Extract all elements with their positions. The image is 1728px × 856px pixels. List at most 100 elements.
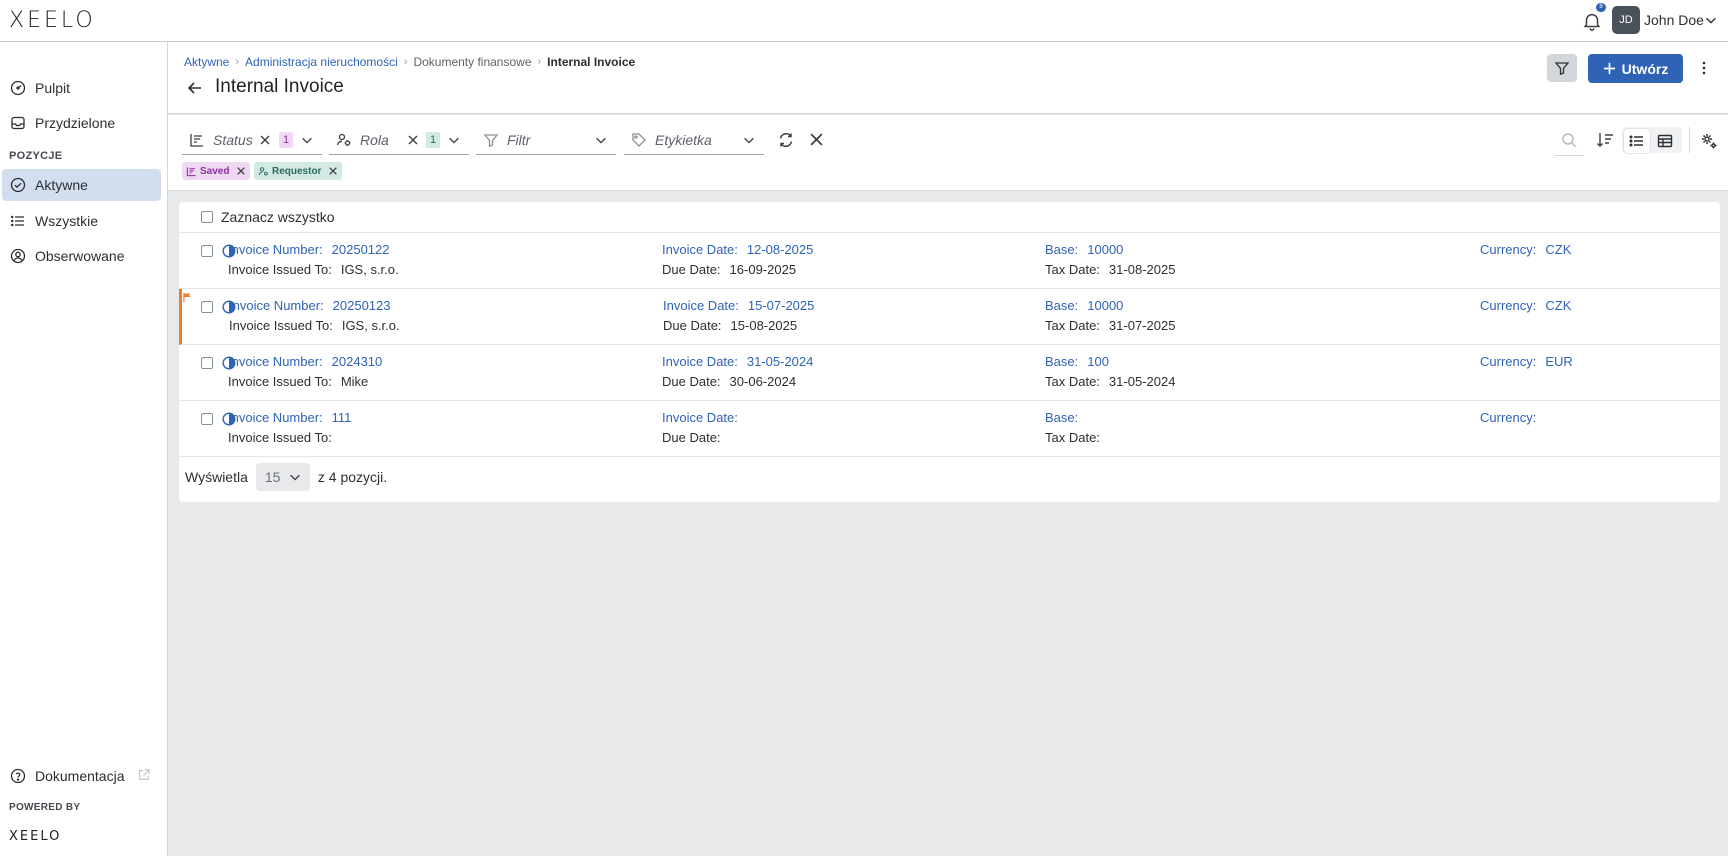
field-currency: Currency: CZK bbox=[1480, 242, 1571, 257]
list-icon bbox=[10, 215, 24, 227]
select-all-label[interactable]: Zaznacz wszystko bbox=[221, 209, 335, 225]
sidebar-item-pulpit[interactable]: Pulpit bbox=[2, 72, 161, 104]
filter-toggle-button[interactable] bbox=[1547, 54, 1577, 82]
more-vertical-icon[interactable] bbox=[1696, 60, 1712, 76]
chevron-down-icon[interactable] bbox=[300, 133, 314, 147]
field-label: Currency: bbox=[1480, 410, 1537, 425]
sidebar-item-aktywne[interactable]: Aktywne bbox=[2, 169, 161, 201]
field-value: 15-08-2025 bbox=[730, 318, 798, 333]
divider bbox=[1689, 127, 1690, 153]
filter-chip-requestor: Requestor bbox=[254, 162, 343, 180]
field-value: 10000 bbox=[1087, 242, 1124, 257]
chevron-down-icon bbox=[290, 474, 300, 481]
tag-filter[interactable]: Etykietka bbox=[624, 125, 764, 155]
field-due-date: Due Date: bbox=[662, 430, 730, 445]
field-value: 20250122 bbox=[331, 242, 390, 257]
status-filter[interactable]: Status 1 bbox=[182, 125, 322, 155]
field-label: Due Date: bbox=[662, 430, 721, 445]
table-row[interactable]: Invoice Number: 2024310 Invoice Issued To:… bbox=[179, 345, 1720, 401]
clear-icon[interactable] bbox=[407, 134, 419, 146]
invoice-list-panel: Zaznacz wszystko Invoice Number: 20250122… bbox=[179, 202, 1720, 502]
field-label: Currency: bbox=[1480, 354, 1537, 369]
select-all-checkbox[interactable] bbox=[201, 211, 213, 223]
role-filter[interactable]: Rola 1 bbox=[329, 125, 469, 155]
status-count-badge: 1 bbox=[279, 132, 294, 148]
field-value: CZK bbox=[1545, 298, 1572, 313]
field-label: Tax Date: bbox=[1045, 318, 1100, 333]
list-view-icon bbox=[1629, 135, 1643, 147]
field-value: 15-07-2025 bbox=[747, 298, 815, 313]
chip-label: Saved bbox=[200, 165, 230, 177]
table-row[interactable]: Invoice Number: 20250123 Invoice Issued To… bbox=[179, 289, 1720, 345]
field-due-date: Due Date: 15-08-2025 bbox=[663, 318, 797, 333]
breadcrumb-item[interactable]: Aktywne bbox=[184, 55, 229, 69]
table-row[interactable]: Invoice Number: 111 Invoice Issued To: Invo… bbox=[179, 401, 1720, 457]
field-label: Invoice Number: bbox=[228, 242, 323, 257]
field-invoice-date: Invoice Date: 31-05-2024 bbox=[662, 354, 813, 369]
sidebar-item-przydzielone[interactable]: Przydzielone bbox=[2, 107, 161, 139]
field-tax-date: Tax Date: 31-05-2024 bbox=[1045, 374, 1175, 389]
page-header: Aktywne › Administracja nieruchomości › … bbox=[168, 42, 1728, 114]
filter-placeholder: Filtr bbox=[507, 131, 531, 148]
clear-all-icon[interactable] bbox=[809, 132, 824, 147]
back-arrow-icon[interactable] bbox=[186, 79, 204, 97]
xeelo-logo[interactable]: XEELO bbox=[9, 8, 96, 33]
create-button[interactable]: Utwórz bbox=[1588, 54, 1683, 83]
sidebar-item-obserwowane[interactable]: Obserwowane bbox=[2, 240, 161, 272]
page-title: Internal Invoice bbox=[215, 76, 344, 97]
field-tax-date: Tax Date: bbox=[1045, 430, 1109, 445]
sort-icon[interactable] bbox=[1596, 131, 1614, 149]
breadcrumb-item: Dokumenty finansowe bbox=[413, 55, 532, 69]
field-invoice-date: Invoice Date: 15-07-2025 bbox=[663, 298, 814, 313]
row-checkbox[interactable] bbox=[201, 245, 213, 257]
create-button-label: Utwórz bbox=[1621, 60, 1669, 77]
refresh-icon[interactable] bbox=[777, 131, 795, 149]
close-icon[interactable] bbox=[328, 166, 338, 176]
sidebar-item-wszystkie[interactable]: Wszystkie bbox=[2, 205, 161, 237]
chevron-down-icon[interactable] bbox=[447, 133, 461, 147]
list-view-button[interactable] bbox=[1624, 129, 1650, 153]
xeelo-logo-small: XEELO bbox=[9, 829, 62, 844]
settings-gears-icon[interactable] bbox=[1700, 132, 1718, 150]
close-icon[interactable] bbox=[236, 166, 246, 176]
chevron-down-icon[interactable] bbox=[594, 133, 608, 147]
section-label: POZYCJE bbox=[9, 150, 63, 162]
field-currency: Currency: CZK bbox=[1480, 298, 1571, 313]
select-all-row: Zaznacz wszystko bbox=[179, 202, 1720, 233]
chevron-down-icon[interactable] bbox=[1704, 13, 1718, 27]
field-currency: Currency: bbox=[1480, 410, 1545, 425]
field-value: CZK bbox=[1545, 242, 1572, 257]
notification-badge: 8 bbox=[1596, 3, 1606, 12]
gauge-icon bbox=[10, 80, 26, 96]
field-value: 10000 bbox=[1087, 298, 1124, 313]
bell-icon[interactable] bbox=[1581, 10, 1603, 32]
field-invoice-number: Invoice Number: 2024310 bbox=[228, 354, 382, 369]
field-label: Base: bbox=[1045, 410, 1079, 425]
chevron-down-icon[interactable] bbox=[742, 133, 756, 147]
row-checkbox[interactable] bbox=[201, 413, 213, 425]
table-view-button[interactable] bbox=[1652, 129, 1678, 153]
field-currency: Currency: EUR bbox=[1480, 354, 1573, 369]
status-icon bbox=[190, 133, 203, 147]
table-row[interactable]: Invoice Number: 20250122 Invoice Issued To… bbox=[179, 233, 1720, 289]
row-checkbox[interactable] bbox=[201, 357, 213, 369]
search-icon[interactable] bbox=[1560, 131, 1578, 149]
field-tax-date: Tax Date: 31-07-2025 bbox=[1045, 318, 1175, 333]
field-label: Invoice Date: bbox=[662, 410, 738, 425]
search-underline bbox=[1554, 155, 1584, 156]
clear-icon[interactable] bbox=[259, 134, 271, 146]
field-base: Base: bbox=[1045, 410, 1087, 425]
breadcrumb-item[interactable]: Administracja nieruchomości bbox=[245, 55, 398, 69]
sidebar-item-label: Przydzielone bbox=[35, 115, 116, 131]
field-label: Currency: bbox=[1480, 298, 1537, 313]
row-checkbox[interactable] bbox=[201, 301, 213, 313]
avatar[interactable]: JD bbox=[1612, 6, 1640, 34]
user-name[interactable]: John Doe bbox=[1644, 12, 1704, 28]
field-invoice-number: Invoice Number: 111 bbox=[228, 410, 351, 425]
field-label: Invoice Number: bbox=[228, 354, 323, 369]
custom-filter[interactable]: Filtr bbox=[476, 125, 616, 155]
page-size-value: 15 bbox=[264, 469, 281, 485]
page-size-select[interactable]: 15 bbox=[255, 463, 310, 491]
field-tax-date: Tax Date: 31-08-2025 bbox=[1045, 262, 1175, 277]
table-view-icon bbox=[1657, 134, 1673, 148]
